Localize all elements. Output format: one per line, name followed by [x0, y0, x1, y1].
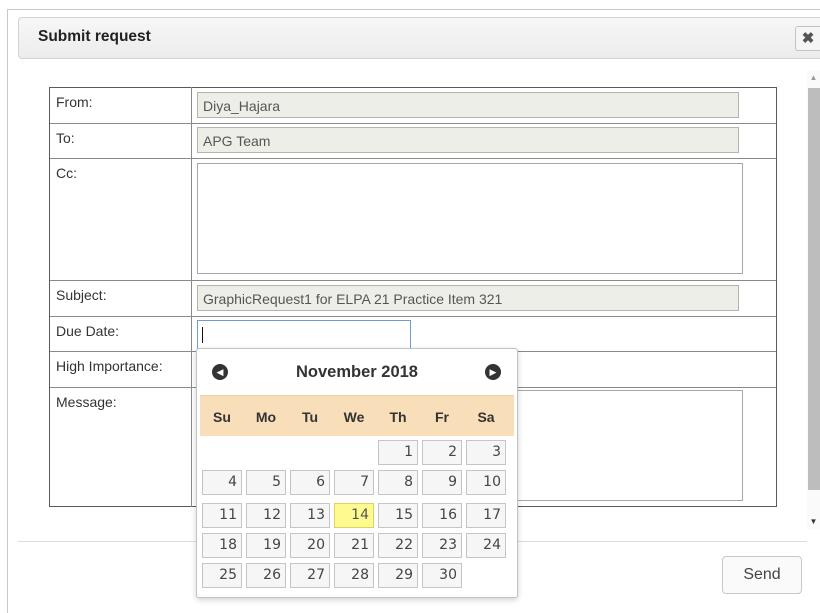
- weekday-tu: Tu: [301, 409, 319, 425]
- send-button[interactable]: Send: [722, 556, 802, 594]
- calendar-day[interactable]: 6: [290, 470, 330, 495]
- form-row-from: From: Diya_Hajara: [50, 88, 776, 124]
- calendar-day[interactable]: 11: [202, 503, 242, 528]
- calendar-day[interactable]: 14: [334, 503, 374, 528]
- datepicker-popup: November 2018 ◀ ▶ Su Mo Tu We Th Fr Sa 1…: [196, 348, 518, 598]
- subject-field[interactable]: GraphicRequest1 for ELPA 21 Practice Ite…: [197, 285, 739, 311]
- dialog-scrollbar[interactable]: ▲ ▼: [807, 70, 820, 530]
- calendar-day[interactable]: 8: [378, 470, 418, 495]
- to-label-text: To:: [56, 130, 75, 146]
- form-row-to: APG Team To: APG Team: [50, 124, 776, 159]
- dialog-header: Submit request: [18, 17, 820, 59]
- calendar-day[interactable]: 18: [202, 533, 242, 558]
- subject-label: Subject:: [56, 287, 107, 303]
- calendar-day[interactable]: 19: [246, 533, 286, 558]
- calendar-day[interactable]: 2: [422, 440, 462, 465]
- calendar-day[interactable]: 1: [378, 440, 418, 465]
- datepicker-weekday-row: Su Mo Tu We Th Fr Sa: [200, 395, 514, 436]
- calendar-day[interactable]: 7: [334, 470, 374, 495]
- cc-label: Cc:: [56, 165, 77, 181]
- calendar-day[interactable]: 26: [246, 563, 286, 588]
- calendar-day[interactable]: 12: [246, 503, 286, 528]
- prev-month-icon[interactable]: ◀: [212, 364, 228, 380]
- weekday-su: Su: [213, 409, 231, 425]
- calendar-day[interactable]: 30: [422, 563, 462, 588]
- weekday-mo: Mo: [255, 409, 277, 425]
- calendar-day[interactable]: 25: [202, 563, 242, 588]
- scrollbar-thumb[interactable]: [808, 88, 820, 490]
- close-icon[interactable]: ✖: [795, 26, 820, 51]
- dialog-border-top: [7, 9, 820, 10]
- to-field[interactable]: APG Team: [197, 127, 739, 153]
- calendar-day[interactable]: 21: [334, 533, 374, 558]
- weekday-th: Th: [389, 409, 407, 425]
- cc-textarea[interactable]: [197, 163, 743, 274]
- calendar-day[interactable]: 3: [466, 440, 506, 465]
- scroll-down-icon[interactable]: ▼: [807, 514, 820, 530]
- weekday-fr: Fr: [435, 409, 449, 425]
- calendar-day[interactable]: 15: [378, 503, 418, 528]
- scroll-up-icon[interactable]: ▲: [807, 70, 820, 86]
- form-row-due-date: Due Date:: [50, 317, 776, 352]
- weekday-sa: Sa: [477, 409, 495, 425]
- due-date-input[interactable]: [197, 320, 411, 349]
- calendar-day[interactable]: 9: [422, 470, 462, 495]
- dialog-title: Submit request: [38, 28, 151, 45]
- form-column-divider: [191, 87, 192, 507]
- calendar-day[interactable]: 20: [290, 533, 330, 558]
- from-label: From:: [56, 94, 93, 110]
- due-date-label: Due Date:: [56, 323, 120, 339]
- next-month-icon[interactable]: ▶: [485, 364, 501, 380]
- from-field[interactable]: Diya_Hajara: [197, 92, 739, 118]
- submit-request-dialog: Submit request ✖ ▲ ▼ From: Diya_Hajara A…: [0, 0, 820, 613]
- calendar-day[interactable]: 23: [422, 533, 462, 558]
- datepicker-header: November 2018 ◀ ▶: [200, 352, 514, 392]
- calendar-day[interactable]: 10: [466, 470, 506, 495]
- calendar-day[interactable]: 24: [466, 533, 506, 558]
- form-row-subject: Subject: GraphicRequest1 for ELPA 21 Pra…: [50, 281, 776, 317]
- calendar-day[interactable]: 13: [290, 503, 330, 528]
- calendar-day[interactable]: 22: [378, 533, 418, 558]
- calendar-day[interactable]: 17: [466, 503, 506, 528]
- calendar-day[interactable]: 16: [422, 503, 462, 528]
- calendar-day[interactable]: 27: [290, 563, 330, 588]
- datepicker-month-year: November 2018: [296, 363, 418, 381]
- calendar-day[interactable]: 28: [334, 563, 374, 588]
- dialog-border-left: [7, 9, 8, 613]
- weekday-we: We: [343, 409, 365, 425]
- form-row-cc: Cc:: [50, 159, 776, 281]
- calendar-day[interactable]: 5: [246, 470, 286, 495]
- calendar-day[interactable]: 4: [202, 470, 242, 495]
- text-caret: [202, 327, 203, 343]
- message-label: Message:: [56, 394, 117, 410]
- calendar-day[interactable]: 29: [378, 563, 418, 588]
- high-importance-label: High Importance:: [56, 358, 163, 374]
